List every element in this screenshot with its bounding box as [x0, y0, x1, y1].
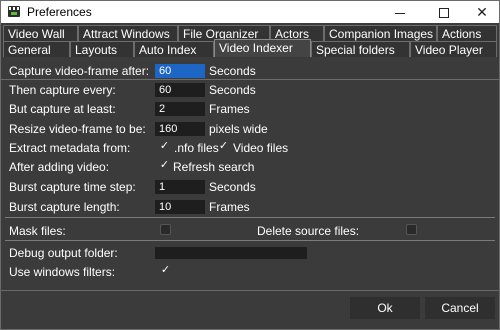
minimize-button[interactable] [383, 1, 417, 23]
tab-auto-index[interactable]: Auto Index [134, 41, 214, 57]
minimize-icon [395, 12, 405, 14]
maximize-button[interactable] [427, 1, 461, 23]
capture-after-label: Capture video-frame after: [9, 64, 150, 78]
section-divider [5, 240, 495, 241]
refresh-search-label: Refresh search [173, 160, 255, 174]
debug-folder-label: Debug output folder: [9, 246, 118, 260]
burst-step-input[interactable]: 1 [155, 180, 205, 194]
mask-files-checkbox[interactable] [160, 224, 171, 235]
resize-label: Resize video-frame to be: [9, 122, 146, 136]
resize-unit: pixels wide [209, 122, 268, 136]
close-button[interactable]: ✕ [465, 1, 499, 23]
nfo-files-label: .nfo files [174, 141, 219, 155]
burst-step-label: Burst capture time step: [9, 180, 136, 194]
capture-after-input[interactable]: 60 [155, 64, 205, 78]
video-files-checkbox[interactable]: ✓ [218, 141, 229, 152]
capture-every-unit: Seconds [209, 83, 256, 97]
mask-files-label: Mask files: [9, 224, 66, 238]
window-title: Preferences [27, 5, 92, 19]
tab-layouts[interactable]: Layouts [70, 41, 134, 57]
tab-actions[interactable]: Actions [437, 25, 497, 41]
burst-length-label: Burst capture length: [9, 200, 120, 214]
title-bar: Preferences ✕ [1, 1, 499, 23]
ok-button[interactable]: Ok [350, 297, 420, 319]
button-bar-divider [1, 290, 499, 291]
tab-video-player[interactable]: Video Player [410, 41, 497, 57]
tab-strip: Video Wall Attract Windows File Organize… [1, 23, 499, 80]
preferences-window: Preferences ✕ Video Wall Attract Windows… [0, 0, 500, 330]
windows-filters-checkbox[interactable]: ✓ [160, 265, 171, 276]
video-files-label: Video files [233, 141, 289, 155]
cancel-button[interactable]: Cancel [425, 297, 495, 319]
maximize-icon [439, 8, 449, 19]
burst-length-input[interactable]: 10 [155, 200, 205, 214]
refresh-search-checkbox[interactable]: ✓ [159, 160, 170, 171]
tab-companion-images[interactable]: Companion Images [324, 25, 437, 41]
delete-source-label: Delete source files: [257, 224, 360, 238]
tab-attract-windows[interactable]: Attract Windows [78, 25, 178, 41]
section-divider [5, 217, 495, 218]
delete-source-checkbox[interactable] [406, 224, 417, 235]
nfo-files-checkbox[interactable]: ✓ [159, 141, 170, 152]
burst-step-unit: Seconds [209, 180, 256, 194]
tab-video-wall[interactable]: Video Wall [3, 25, 78, 41]
video-indexer-panel: Capture video-frame after: 60 Seconds Th… [3, 59, 496, 289]
tab-special-folders[interactable]: Special folders [311, 41, 410, 57]
after-adding-label: After adding video: [9, 160, 110, 174]
tab-general[interactable]: General [3, 41, 70, 57]
capture-every-label: Then capture every: [9, 83, 116, 97]
capture-after-unit: Seconds [209, 64, 256, 78]
burst-length-unit: Frames [209, 200, 250, 214]
resize-input[interactable]: 160 [155, 122, 205, 136]
capture-least-input[interactable]: 2 [155, 102, 205, 116]
capture-least-unit: Frames [209, 102, 250, 116]
debug-folder-input[interactable] [155, 247, 307, 259]
clapperboard-icon [8, 6, 20, 17]
extract-metadata-label: Extract metadata from: [9, 141, 131, 155]
capture-every-input[interactable]: 60 [155, 83, 205, 97]
tab-video-indexer[interactable]: Video Indexer [214, 39, 311, 57]
windows-filters-label: Use windows filters: [9, 265, 116, 279]
capture-least-label: But capture at least: [9, 102, 116, 116]
